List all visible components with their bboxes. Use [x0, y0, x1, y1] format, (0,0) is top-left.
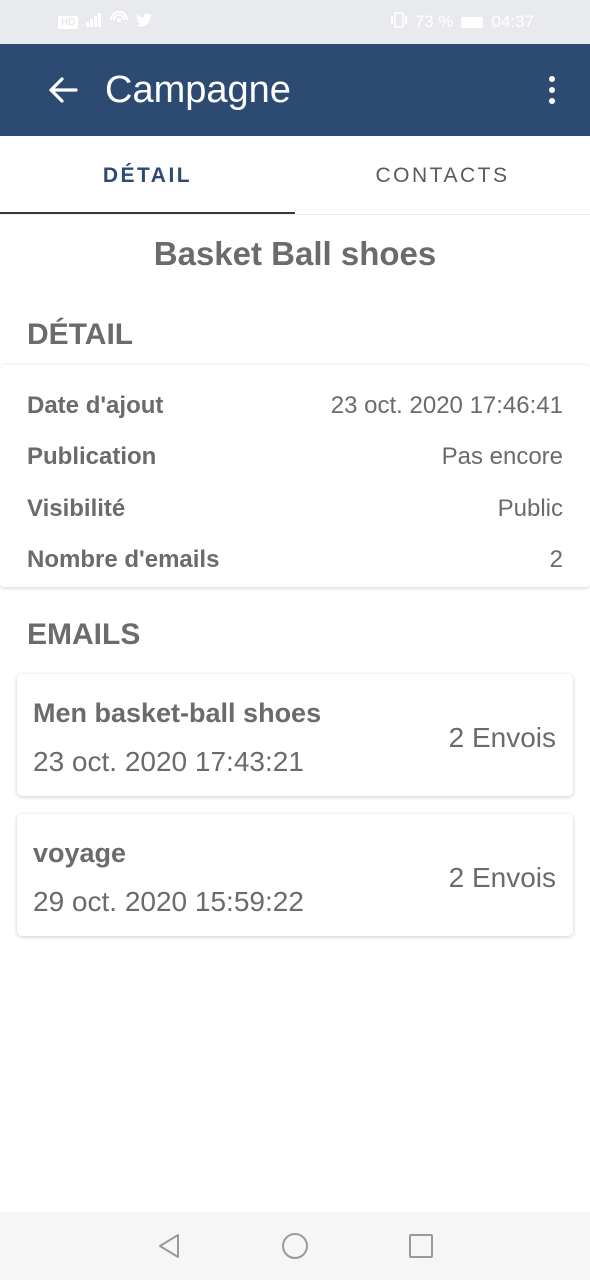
detail-row-email-count: Nombre d'emails 2: [0, 535, 590, 587]
email-name: Men basket-ball shoes: [33, 698, 322, 728]
hotspot-icon: [110, 10, 129, 34]
more-vert-icon: [549, 76, 555, 82]
campaign-name: Basket Ball shoes: [153, 235, 437, 272]
more-vert-icon-dot: [549, 87, 555, 93]
square-recents-icon: [409, 1234, 433, 1258]
detail-label: Date d'ajout: [27, 391, 164, 419]
page-title: Campagne: [105, 68, 291, 111]
system-nav-bar: [0, 1212, 590, 1280]
app-bar: Campagne: [0, 44, 590, 136]
status-bar-right: 73 % 04:37: [390, 11, 534, 33]
signal-icon: [86, 12, 102, 32]
detail-label: Nombre d'emails: [27, 546, 220, 574]
battery-percent: 73 %: [414, 12, 454, 31]
detail-card: Date d'ajout 23 oct. 2020 17:46:41 Publi…: [0, 365, 590, 587]
nav-recents-button[interactable]: [401, 1226, 441, 1266]
clock: 04:37: [491, 12, 534, 31]
tab-detail[interactable]: DÉTAIL: [0, 136, 295, 215]
more-options-button[interactable]: [532, 60, 572, 120]
email-sends-count: 2 Envois: [448, 722, 556, 753]
detail-row-visibility: Visibilité Public: [0, 483, 590, 535]
twitter-icon: [136, 12, 153, 32]
circle-home-icon: [282, 1233, 308, 1259]
triangle-back-icon: [159, 1234, 179, 1258]
detail-section-title: DÉTAIL: [27, 318, 134, 351]
emails-section-title: EMAILS: [27, 618, 141, 651]
vibrate-icon: [390, 11, 407, 33]
detail-row-date-added: Date d'ajout 23 oct. 2020 17:46:41: [0, 380, 590, 432]
back-button[interactable]: [33, 60, 93, 120]
arrow-left-icon: [49, 77, 78, 103]
detail-value: 2: [549, 546, 563, 574]
nav-back-button[interactable]: [149, 1226, 189, 1266]
battery-icon: [461, 16, 484, 28]
detail-value: Pas encore: [441, 443, 563, 471]
email-date: 23 oct. 2020 17:43:21: [33, 746, 304, 777]
detail-value: Public: [497, 494, 563, 522]
tab-bar: DÉTAIL CONTACTS: [0, 136, 590, 215]
nav-home-button[interactable]: [275, 1226, 315, 1266]
email-date: 29 oct. 2020 15:59:22: [33, 886, 304, 917]
email-list-item[interactable]: voyage 29 oct. 2020 15:59:22 2 Envois: [17, 814, 573, 936]
email-sends-count: 2 Envois: [448, 862, 556, 893]
email-name: voyage: [33, 838, 127, 868]
detail-value: 23 oct. 2020 17:46:41: [330, 391, 563, 419]
tab-divider: [0, 214, 590, 215]
more-vert-icon-dot: [549, 98, 555, 104]
tab-contacts[interactable]: CONTACTS: [295, 136, 590, 215]
status-bar-left: HD: [58, 10, 153, 34]
detail-row-publication: Publication Pas encore: [0, 432, 590, 484]
status-bar: HD 73 % 04:37: [0, 0, 590, 44]
email-list-item[interactable]: Men basket-ball shoes 23 oct. 2020 17:43…: [17, 674, 573, 796]
detail-label: Publication: [27, 443, 157, 471]
detail-label: Visibilité: [27, 494, 126, 522]
hd-indicator: HD: [58, 15, 79, 29]
